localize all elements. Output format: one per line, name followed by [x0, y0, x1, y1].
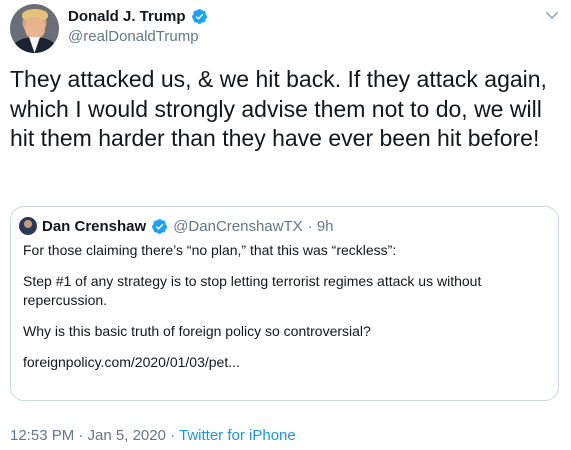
verified-badge-icon: [152, 218, 168, 234]
chevron-down-icon[interactable]: [543, 6, 561, 24]
tweet-text: They attacked us, & we hit back. If they…: [10, 66, 547, 151]
quoted-tweet-header: Dan Crenshaw @DanCrenshawTX · 9h: [19, 217, 334, 235]
quoted-author-avatar: [19, 217, 37, 235]
quoted-author-name: Dan Crenshaw: [42, 217, 147, 235]
quoted-author-handle: @DanCrenshawTX: [173, 217, 303, 235]
author-avatar[interactable]: [10, 4, 59, 53]
author-name-row[interactable]: Donald J. Trump: [68, 8, 208, 25]
author-handle[interactable]: @realDonaldTrump: [68, 28, 199, 45]
quoted-tweet-body: For those claiming there’s “no plan,” th…: [23, 241, 548, 384]
meta-separator: ·: [165, 427, 179, 444]
quoted-paragraph: Why is this basic truth of foreign polic…: [23, 323, 371, 339]
quoted-tweet-age: · 9h: [307, 217, 334, 235]
quoted-link[interactable]: foreignpolicy.com/2020/01/03/pet...: [23, 353, 548, 372]
source-link[interactable]: Twitter for iPhone: [179, 427, 296, 444]
quoted-paragraph: For those claiming there’s “no plan,” th…: [23, 242, 397, 258]
quoted-tweet[interactable]: Dan Crenshaw @DanCrenshawTX · 9h For tho…: [10, 206, 559, 401]
quoted-paragraph: Step #1 of any strategy is to stop letti…: [23, 273, 482, 308]
author-name[interactable]: Donald J. Trump: [68, 8, 186, 25]
verified-badge-icon: [191, 9, 207, 24]
tweet-meta: 12:53 PM · Jan 5, 2020 · Twitter for iPh…: [10, 427, 296, 444]
timestamp[interactable]: 12:53 PM · Jan 5, 2020: [10, 427, 166, 444]
tweet-card: Donald J. Trump @realDonaldTrump They at…: [0, 0, 571, 450]
